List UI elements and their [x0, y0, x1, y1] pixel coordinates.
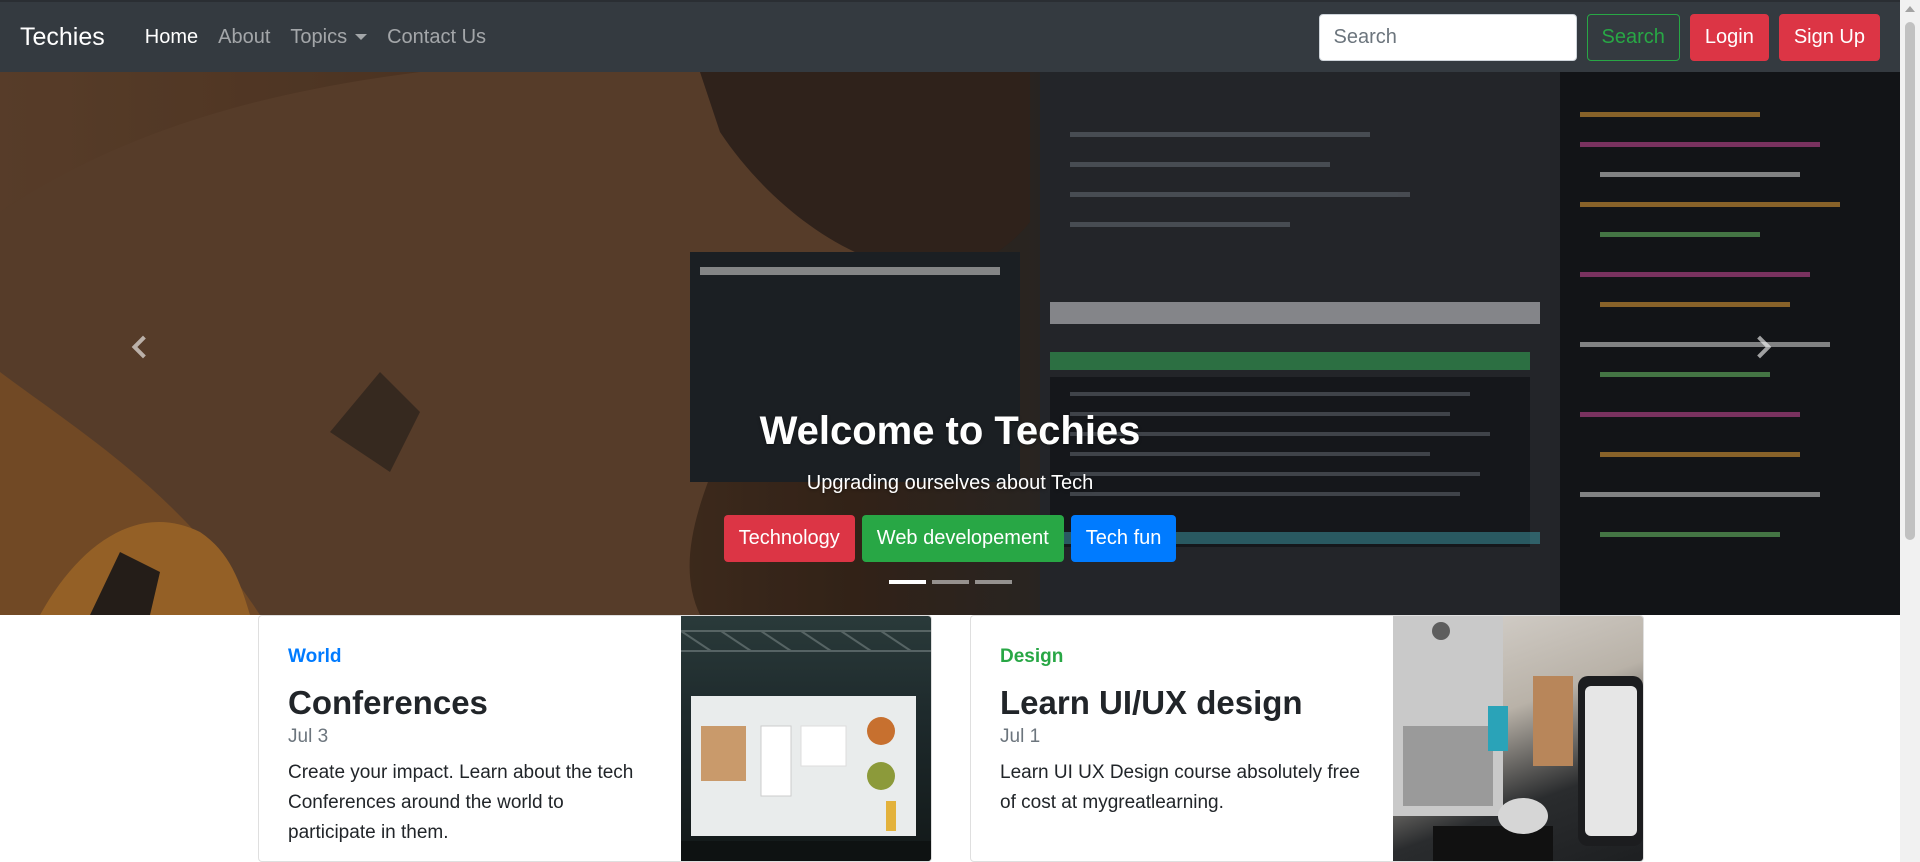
card-date: Jul 1 — [1000, 726, 1041, 747]
navbar: Techies Home About Topics Contact Us Sea… — [0, 0, 1900, 72]
nav-home-link[interactable]: Home — [135, 26, 208, 49]
nav-topics-dropdown[interactable]: Topics — [280, 26, 377, 49]
featured-cards: World Conferences Jul 3 Create your impa… — [258, 615, 1644, 862]
search-input[interactable] — [1318, 13, 1577, 61]
nav-links: Home About Topics Contact Us — [135, 26, 496, 49]
caret-down-icon — [355, 34, 368, 40]
hero-carousel: Welcome to Techies Upgrading ourselves a… — [0, 72, 1900, 615]
technology-button[interactable]: Technology — [723, 515, 855, 562]
scroll-up-arrow-icon[interactable] — [1905, 6, 1915, 12]
card-text: Learn UI UX Design course absolutely fre… — [1000, 762, 1361, 813]
card-body: World Conferences Jul 3 Create your impa… — [259, 616, 681, 861]
nav-topics-label: Topics — [290, 25, 348, 48]
card-body: Design Learn UI/UX design Jul 1 Learn UI… — [971, 616, 1393, 861]
carousel-indicator-1[interactable] — [888, 580, 926, 584]
card-date: Jul 3 — [288, 726, 329, 747]
card-conferences[interactable]: World Conferences Jul 3 Create your impa… — [258, 615, 932, 862]
card-title: Learn UI/UX design — [1000, 684, 1303, 721]
search-button[interactable]: Search — [1586, 13, 1680, 61]
conference-illustration — [681, 630, 931, 861]
card-category: World — [288, 646, 342, 667]
brand-logo[interactable]: Techies — [20, 23, 105, 52]
chevron-left-icon — [131, 335, 155, 359]
web-development-button[interactable]: Web developement — [861, 515, 1064, 562]
card-text: Create your impact. Learn about the tech… — [288, 762, 634, 843]
tech-fun-button[interactable]: Tech fun — [1070, 515, 1177, 562]
card-image-conference — [681, 616, 931, 861]
login-button[interactable]: Login — [1689, 13, 1769, 61]
carousel-next-button[interactable] — [1740, 327, 1780, 367]
card-ui-ux-design[interactable]: Design Learn UI/UX design Jul 1 Learn UI… — [970, 615, 1644, 862]
card-image-design — [1393, 616, 1643, 861]
scrollbar-thumb[interactable] — [1905, 22, 1915, 540]
nav-search-form: Search Login Sign Up — [1318, 13, 1880, 61]
carousel-indicator-3[interactable] — [974, 580, 1012, 584]
chevron-right-icon — [1748, 335, 1772, 359]
card-title: Conferences — [288, 684, 488, 721]
carousel-indicators — [0, 580, 1900, 584]
carousel-subtitle: Upgrading ourselves about Tech — [806, 472, 1094, 494]
carousel-buttons: Technology Web developement Tech fun — [0, 515, 1900, 562]
nav-contact-link[interactable]: Contact Us — [377, 26, 496, 49]
carousel-indicator-2[interactable] — [931, 580, 969, 584]
carousel-caption: Welcome to Techies Upgrading ourselves a… — [0, 409, 1900, 562]
signup-button[interactable]: Sign Up — [1778, 13, 1880, 61]
card-category: Design — [1000, 646, 1064, 667]
nav-about-link[interactable]: About — [208, 26, 280, 49]
design-desk-illustration — [1393, 616, 1643, 861]
carousel-prev-button[interactable] — [123, 327, 163, 367]
carousel-title: Welcome to Techies — [759, 409, 1141, 453]
page-scrollbar[interactable] — [1900, 0, 1920, 862]
